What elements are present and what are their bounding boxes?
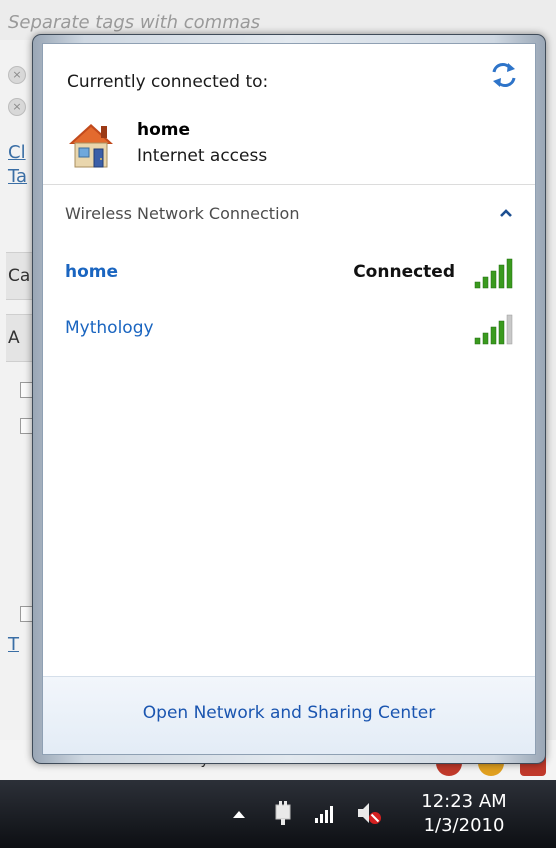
section-divider [43,184,535,185]
current-connection-section: Currently connected to: home Internet ac… [43,44,535,184]
network-tray-icon[interactable] [314,802,338,824]
signal-strength-icon [474,314,513,345]
network-item-home[interactable]: home Connected [43,250,535,294]
network-status: Connected [353,262,455,282]
network-name: Mythology [65,318,154,338]
current-network-access: Internet access [137,146,268,166]
speaker-muted-icon[interactable] [356,800,382,826]
power-plug-icon[interactable] [272,800,294,826]
taskbar-clock[interactable]: 12:23 AM 1/3/2010 [404,790,524,838]
wireless-section-label: Wireless Network Connection [65,204,300,223]
open-network-sharing-center-link[interactable]: Open Network and Sharing Center [43,703,535,723]
wireless-section-header[interactable]: Wireless Network Connection [43,196,535,232]
current-network-name: home [137,120,191,140]
tags-hint-text: Separate tags with commas [8,12,261,33]
background-link[interactable]: Ta [8,166,27,187]
network-item-mythology[interactable]: Mythology [43,306,535,350]
remove-tag-icon[interactable]: × [8,66,26,84]
flyout-footer: Open Network and Sharing Center [43,676,535,754]
background-link[interactable]: T [8,634,19,655]
refresh-icon[interactable] [489,60,519,90]
network-flyout: Currently connected to: home Internet ac… [42,43,536,755]
chevron-up-icon[interactable] [497,204,515,222]
network-name: home [65,262,119,282]
taskbar: 12:23 AM 1/3/2010 [0,780,556,848]
background-link[interactable]: Cl [8,142,26,163]
clock-time: 12:23 AM [421,791,507,812]
house-icon [69,124,113,168]
signal-strength-icon [474,258,513,289]
remove-tag-icon[interactable]: × [8,98,26,116]
clock-date: 1/3/2010 [423,815,505,836]
network-flyout-frame: Currently connected to: home Internet ac… [32,34,546,764]
show-hidden-icons-icon[interactable] [232,808,246,820]
current-connection-title: Currently connected to: [67,72,269,92]
